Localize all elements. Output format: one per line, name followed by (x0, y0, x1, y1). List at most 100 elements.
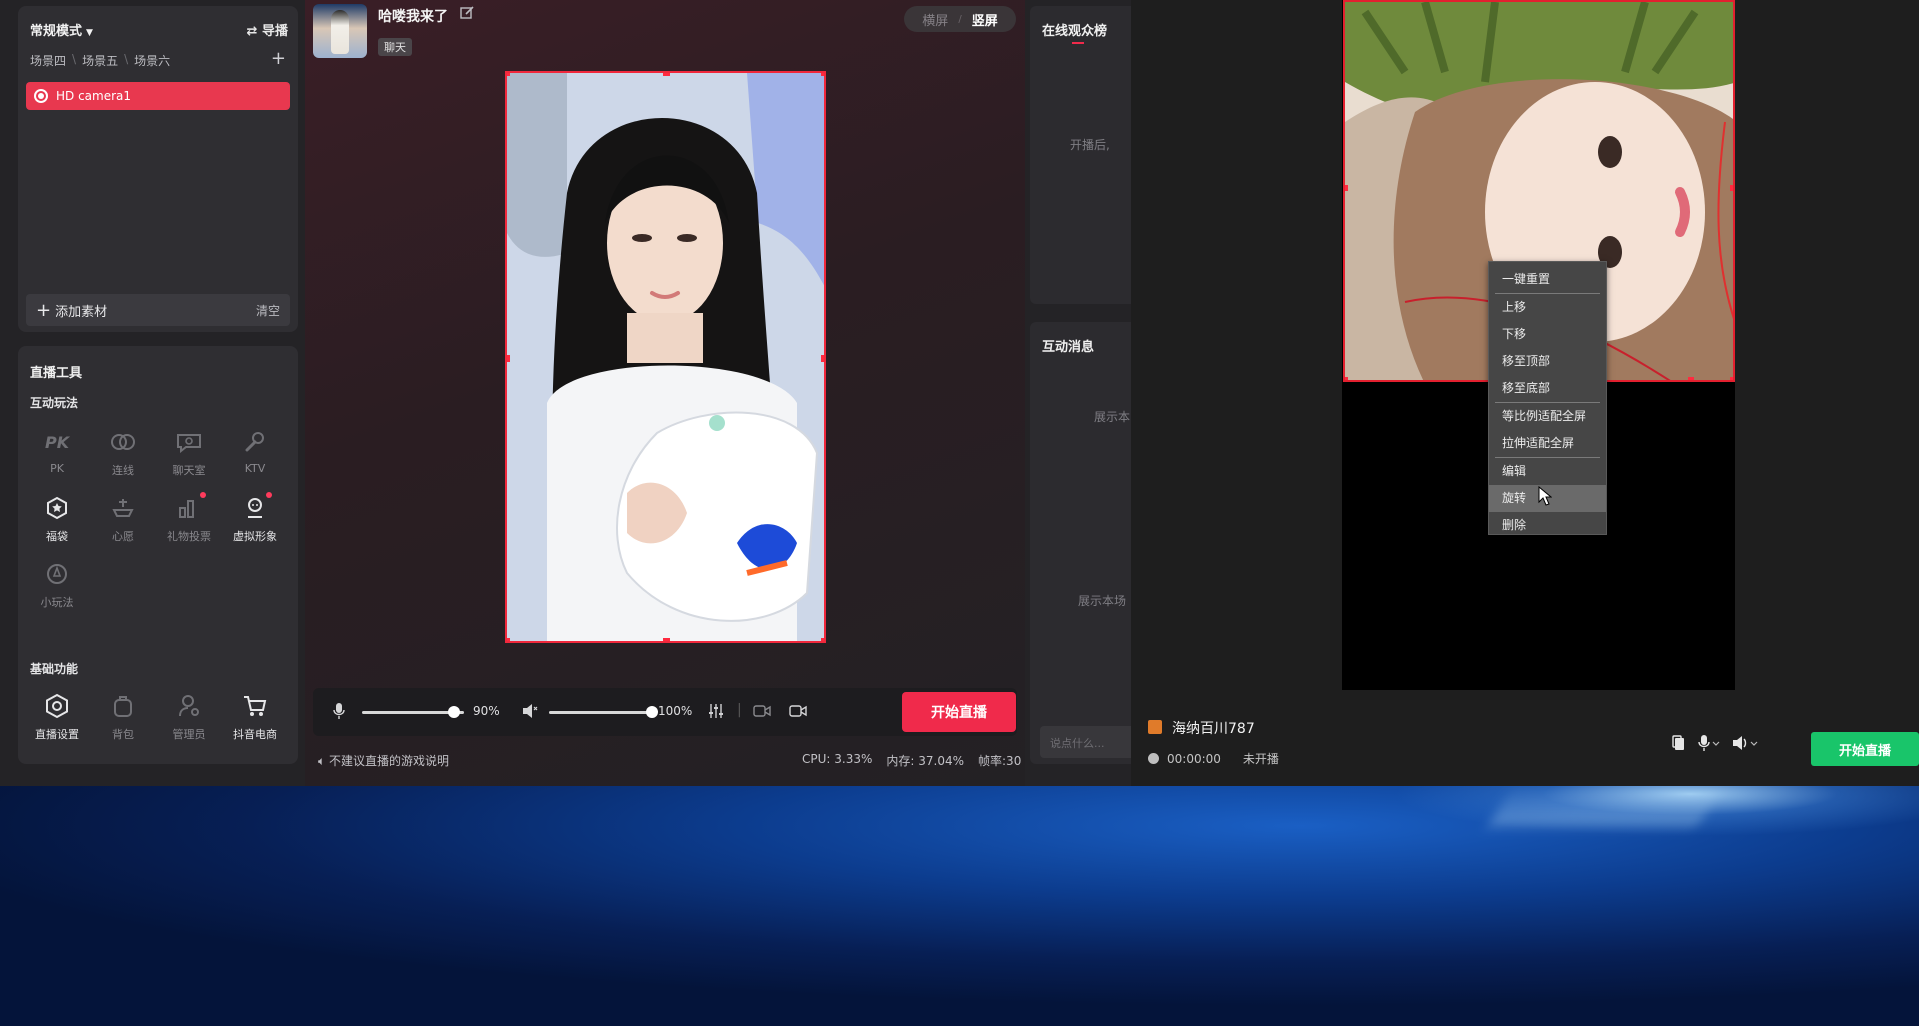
clock-icon (1148, 753, 1159, 764)
interaction-messages-title: 互动消息 (1042, 340, 1095, 355)
menu-item-move-top[interactable]: 移至顶部 (1489, 348, 1606, 375)
lucky-bag-icon (43, 494, 71, 522)
tool-live-settings[interactable]: 直播设置 (24, 692, 90, 742)
live-preview-frame[interactable] (505, 71, 826, 643)
add-scene-button[interactable]: + (271, 48, 286, 69)
resize-handle[interactable] (1730, 377, 1733, 380)
menu-item-edit[interactable]: 编辑 (1489, 458, 1606, 485)
swap-icon: ⇄ (246, 24, 258, 39)
resize-handle[interactable] (1688, 377, 1694, 380)
gift-vote-icon (175, 494, 203, 522)
svg-text:PK: PK (45, 433, 71, 452)
clear-button[interactable]: 清空 (256, 302, 280, 319)
mic-volume-knob[interactable] (447, 706, 460, 718)
microphone-dropdown[interactable] (1698, 735, 1720, 755)
add-material-button[interactable]: + 添加素材 (36, 300, 107, 321)
menu-item-stretch-fill[interactable]: 拉伸适配全屏 (1489, 430, 1606, 457)
resize-handle[interactable] (507, 355, 510, 362)
phone-icon[interactable] (1672, 735, 1686, 755)
resize-handle[interactable] (507, 638, 510, 641)
interaction-messages-panel: 互动消息 展示本 展示本场 说点什么... (1030, 322, 1140, 764)
resize-handle[interactable] (663, 73, 670, 76)
basic-title: 基础功能 (30, 662, 79, 676)
game-notice-link[interactable]: 🔈︎ 不建议直播的游戏说明 (318, 752, 449, 769)
orientation-toggle: 横屏 / 竖屏 (904, 6, 1016, 32)
guide-button[interactable]: ⇄ 导播 (247, 20, 288, 39)
notification-dot (266, 492, 272, 498)
tool-ktv[interactable]: KTV (222, 428, 288, 478)
resize-handle[interactable] (1345, 377, 1348, 380)
menu-item-reset[interactable]: 一键重置 (1489, 266, 1606, 293)
resize-handle[interactable] (1730, 185, 1733, 191)
room-avatar[interactable] (313, 4, 367, 58)
menu-item-move-bottom[interactable]: 移至底部 (1489, 375, 1606, 402)
chat-input[interactable]: 说点什么... (1040, 726, 1140, 758)
resize-handle[interactable] (1345, 185, 1348, 191)
tool-douyin-ecommerce[interactable]: 抖音电商 (222, 692, 288, 742)
portrait-option[interactable]: 竖屏 (972, 10, 998, 29)
tool-label: 礼物投票 (167, 530, 211, 543)
tool-label: KTV (244, 462, 266, 475)
record-icon[interactable] (789, 704, 807, 722)
microphone-icon (241, 428, 269, 456)
source-item-camera[interactable]: HD camera1 (26, 82, 290, 110)
speaker-icon: 🔈︎ (318, 754, 326, 768)
mini-game-icon (43, 560, 71, 588)
tool-lucky-bag[interactable]: 福袋 (24, 494, 90, 544)
controls-divider: | (737, 702, 742, 718)
resize-handle[interactable] (821, 638, 824, 641)
mouse-cursor-icon (1538, 485, 1553, 510)
audience-ranking-title[interactable]: 在线观众榜 (1042, 20, 1107, 39)
performance-stats: CPU: 3.33% 内存: 37.04% 帧率:30 (802, 752, 1021, 769)
tool-pk[interactable]: PK PK (24, 428, 90, 478)
right-toolbar (1672, 735, 1758, 755)
tab-scene-6[interactable]: 场景六 (134, 52, 170, 69)
audience-ranking-panel: 在线观众榜 开播后, (1030, 6, 1131, 304)
tool-backpack[interactable]: 背包 (90, 692, 156, 742)
camera-off-icon[interactable] (753, 704, 771, 722)
tool-label: 管理员 (172, 728, 206, 741)
room-category-tag[interactable]: 聊天 (378, 38, 412, 56)
tool-mini-game[interactable]: 小玩法 (24, 560, 90, 610)
resize-handle[interactable] (821, 355, 824, 362)
admin-icon (175, 692, 203, 720)
menu-item-move-down[interactable]: 下移 (1489, 321, 1606, 348)
menu-item-fit-proportional[interactable]: 等比例适配全屏 (1489, 403, 1606, 430)
tool-label: 直播设置 (35, 728, 79, 741)
menu-item-delete[interactable]: 删除 (1489, 512, 1606, 539)
timer-value: 00:00:00 (1167, 751, 1221, 766)
edit-icon[interactable] (460, 6, 474, 24)
start-live-button[interactable]: 开始直播 (902, 692, 1016, 732)
mode-dropdown[interactable]: 常规模式 ▼ (30, 20, 93, 39)
interactive-title: 互动玩法 (30, 396, 79, 410)
resize-handle[interactable] (507, 73, 510, 76)
tools-title: 直播工具 (30, 366, 83, 381)
resize-handle[interactable] (821, 73, 824, 76)
tool-label: 聊天室 (172, 464, 206, 477)
speaker-dropdown[interactable] (1732, 735, 1758, 755)
memory-usage: 内存: 37.04% (886, 754, 965, 768)
camera-icon (34, 89, 48, 103)
wish-icon (109, 494, 137, 522)
tool-link[interactable]: 连线 (90, 428, 156, 478)
tool-chat-room[interactable]: 聊天室 (156, 428, 222, 478)
messages-empty-hint-2: 展示本场 (1078, 594, 1127, 608)
equalizer-icon[interactable] (708, 704, 724, 722)
tab-scene-5[interactable]: 场景五 (82, 52, 118, 69)
speaker-mute-icon[interactable] (522, 704, 538, 722)
tool-gift-vote[interactable]: 礼物投票 (156, 492, 222, 544)
microphone-icon[interactable] (333, 703, 345, 723)
tool-admin[interactable]: 管理员 (156, 692, 222, 742)
mode-label: 常规模式 (30, 24, 83, 39)
resize-handle[interactable] (663, 638, 670, 641)
tool-virtual-avatar[interactable]: 虚拟形象 (222, 492, 288, 544)
tool-label: 背包 (112, 728, 134, 741)
tab-scene-4[interactable]: 场景四 (30, 52, 66, 69)
backpack-icon (109, 692, 137, 720)
menu-item-move-up[interactable]: 上移 (1489, 294, 1606, 321)
start-live-button-secondary[interactable]: 开始直播 (1811, 732, 1919, 766)
speaker-volume-knob[interactable] (646, 706, 658, 718)
speaker-volume-slider[interactable] (549, 711, 652, 714)
tool-wish[interactable]: 心愿 (90, 494, 156, 544)
landscape-option[interactable]: 横屏 (922, 10, 948, 29)
